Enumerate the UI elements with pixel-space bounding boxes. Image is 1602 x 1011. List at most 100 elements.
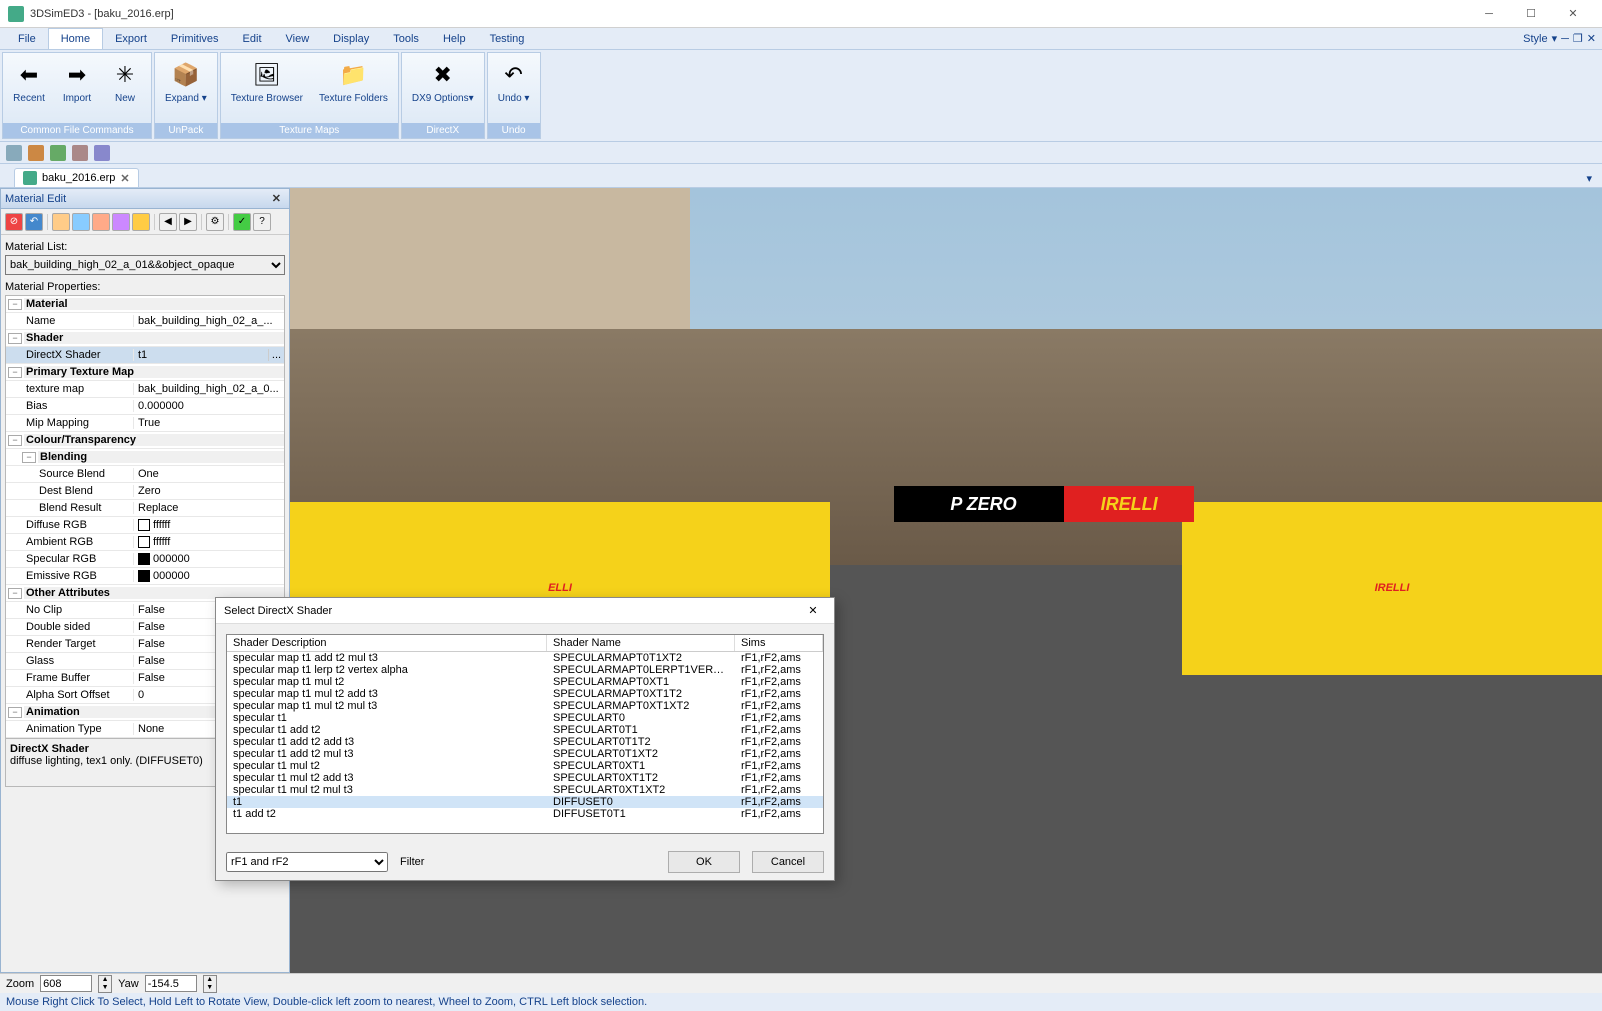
style-menu[interactable]: Style (1523, 33, 1547, 45)
toolbar-apply-icon[interactable]: ✓ (233, 213, 251, 231)
shader-list-row[interactable]: specular t1 add t2 add t3SPECULART0T1T2r… (227, 736, 823, 748)
menu-item-edit[interactable]: Edit (231, 28, 274, 49)
import-button[interactable]: ➡Import (54, 56, 100, 120)
shader-list-row[interactable]: specular t1 mul t2SPECULART0XT1rF1,rF2,a… (227, 760, 823, 772)
toolbar-icon[interactable] (132, 213, 150, 231)
property-row[interactable]: DirectX Shadert1... (6, 347, 284, 364)
quick-tool-icon[interactable] (28, 145, 44, 161)
property-row[interactable]: −Material (6, 296, 284, 313)
toolbar-undo-icon[interactable]: ↶ (25, 213, 43, 231)
property-value[interactable]: bak_building_high_02_a_... (134, 315, 284, 327)
column-header[interactable]: Sims (735, 635, 823, 651)
property-row[interactable]: Bias0.000000 (6, 398, 284, 415)
property-value[interactable]: ffffff (134, 519, 284, 531)
toolbar-gear-icon[interactable]: ⚙ (206, 213, 224, 231)
menu-item-view[interactable]: View (274, 28, 322, 49)
property-row[interactable]: −Shader (6, 330, 284, 347)
shader-list-row[interactable]: specular map t1 mul t2 add t3SPECULARMAP… (227, 688, 823, 700)
menu-item-home[interactable]: Home (48, 28, 103, 49)
shader-list-row[interactable]: specular t1 mul t2 add t3SPECULART0XT1T2… (227, 772, 823, 784)
property-row[interactable]: −Colour/Transparency (6, 432, 284, 449)
texture-folders-button[interactable]: 📁Texture Folders (312, 56, 395, 120)
toolbar-prev-icon[interactable]: ◀ (159, 213, 177, 231)
property-value[interactable]: bak_building_high_02_a_0... (134, 383, 284, 395)
menu-item-testing[interactable]: Testing (478, 28, 537, 49)
property-row[interactable]: Mip MappingTrue (6, 415, 284, 432)
property-value[interactable]: 000000 (134, 570, 284, 582)
toolbar-help-icon[interactable]: ? (253, 213, 271, 231)
property-row[interactable]: Specular RGB000000 (6, 551, 284, 568)
collapse-toggle-icon[interactable]: − (8, 707, 22, 718)
undo-button[interactable]: ↶Undo ▾ (491, 56, 537, 120)
shader-list-row[interactable]: specular map t1 add t2 mul t3SPECULARMAP… (227, 652, 823, 664)
property-value[interactable]: ffffff (134, 536, 284, 548)
collapse-toggle-icon[interactable]: − (22, 452, 36, 463)
inner-minimize-icon[interactable]: ─ (1561, 33, 1569, 45)
property-row[interactable]: Dest BlendZero (6, 483, 284, 500)
ok-button[interactable]: OK (668, 851, 740, 873)
material-list-select[interactable]: bak_building_high_02_a_01&&object_opaque (5, 255, 285, 275)
toolbar-delete-icon[interactable]: ⊘ (5, 213, 23, 231)
property-value[interactable]: 0.000000 (134, 400, 284, 412)
property-value[interactable]: True (134, 417, 284, 429)
property-row[interactable]: texture mapbak_building_high_02_a_0... (6, 381, 284, 398)
shader-list[interactable]: Shader Description Shader Name Sims spec… (226, 634, 824, 834)
inner-close-icon[interactable]: ✕ (1587, 32, 1596, 45)
property-row[interactable]: Source BlendOne (6, 466, 284, 483)
column-header[interactable]: Shader Description (227, 635, 547, 651)
yaw-input[interactable] (145, 975, 197, 992)
property-value[interactable]: Zero (134, 485, 284, 497)
toolbar-icon[interactable] (112, 213, 130, 231)
property-row[interactable]: Blend ResultReplace (6, 500, 284, 517)
inner-restore-icon[interactable]: ❐ (1573, 32, 1583, 45)
dialog-close-icon[interactable]: ✕ (800, 600, 826, 622)
shader-list-row[interactable]: specular t1 add t2SPECULART0T1rF1,rF2,am… (227, 724, 823, 736)
recent-button[interactable]: ⬅Recent (6, 56, 52, 120)
collapse-toggle-icon[interactable]: − (8, 588, 22, 599)
quick-tool-icon[interactable] (72, 145, 88, 161)
quick-tool-icon[interactable] (6, 145, 22, 161)
shader-list-row[interactable]: specular map t1 mul t2 mul t3SPECULARMAP… (227, 700, 823, 712)
shader-list-row[interactable]: specular map t1 lerp t2 vertex alphaSPEC… (227, 664, 823, 676)
yaw-spinner[interactable]: ▲▼ (203, 975, 217, 993)
shader-list-row[interactable]: specular t1 add t2 mul t3SPECULART0T1XT2… (227, 748, 823, 760)
menu-item-export[interactable]: Export (103, 28, 159, 49)
minimize-button[interactable]: ─ (1468, 2, 1510, 26)
shader-list-row[interactable]: t1DIFFUSET0rF1,rF2,ams (227, 796, 823, 808)
property-row[interactable]: Ambient RGBffffff (6, 534, 284, 551)
dx9-options-button[interactable]: ✖DX9 Options▾ (405, 56, 481, 120)
property-value[interactable]: 000000 (134, 553, 284, 565)
expand-button[interactable]: 📦Expand ▾ (158, 56, 214, 120)
property-value[interactable]: t1 (134, 349, 268, 361)
property-row[interactable]: Namebak_building_high_02_a_... (6, 313, 284, 330)
shader-list-header[interactable]: Shader Description Shader Name Sims (227, 635, 823, 652)
toolbar-icon[interactable] (52, 213, 70, 231)
collapse-toggle-icon[interactable]: − (8, 435, 22, 446)
shader-list-row[interactable]: specular map t1 mul t2SPECULARMAPT0XT1rF… (227, 676, 823, 688)
property-row[interactable]: −Blending (6, 449, 284, 466)
panel-header[interactable]: Material Edit ✕ (1, 189, 289, 209)
dialog-titlebar[interactable]: Select DirectX Shader ✕ (216, 598, 834, 624)
filter-select[interactable]: rF1 and rF2 (226, 852, 388, 872)
collapse-toggle-icon[interactable]: − (8, 367, 22, 378)
quick-tool-icon[interactable] (50, 145, 66, 161)
quick-tool-icon[interactable] (94, 145, 110, 161)
ellipsis-button[interactable]: ... (268, 349, 284, 361)
property-value[interactable]: Replace (134, 502, 284, 514)
menu-item-display[interactable]: Display (321, 28, 381, 49)
property-row[interactable]: Diffuse RGBffffff (6, 517, 284, 534)
zoom-spinner[interactable]: ▲▼ (98, 975, 112, 993)
collapse-toggle-icon[interactable]: − (8, 299, 22, 310)
menu-item-file[interactable]: File (6, 28, 48, 49)
menu-item-tools[interactable]: Tools (381, 28, 431, 49)
tab-overflow-icon[interactable]: ▾ (1576, 170, 1602, 187)
cancel-button[interactable]: Cancel (752, 851, 824, 873)
style-dropdown-icon[interactable]: ▾ (1552, 32, 1558, 45)
zoom-input[interactable] (40, 975, 92, 992)
column-header[interactable]: Shader Name (547, 635, 735, 651)
toolbar-icon[interactable] (72, 213, 90, 231)
property-value[interactable]: One (134, 468, 284, 480)
new-button[interactable]: ✳New (102, 56, 148, 120)
close-button[interactable]: ✕ (1552, 2, 1594, 26)
file-tab-close-icon[interactable]: ✕ (120, 172, 129, 185)
